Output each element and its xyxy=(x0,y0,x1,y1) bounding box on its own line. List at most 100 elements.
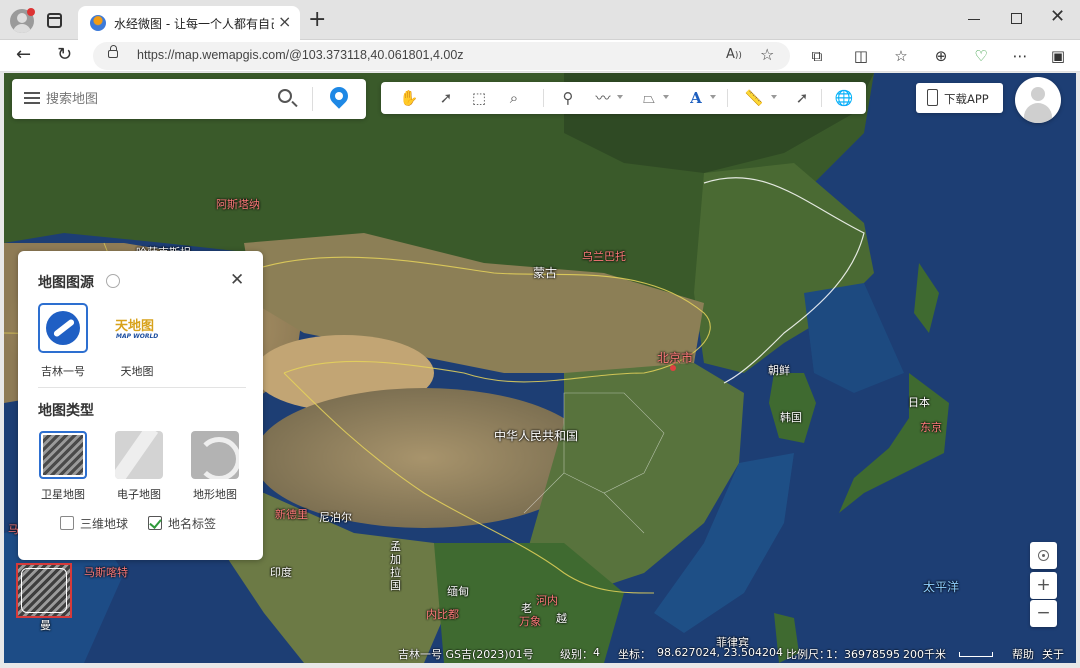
more-menu-icon[interactable]: ⋯ xyxy=(1011,47,1029,65)
map-label-new-delhi: 新德里 xyxy=(275,508,308,521)
scale-label: 比例尺： xyxy=(786,648,830,661)
lock-icon[interactable] xyxy=(108,45,118,58)
identify-pointer-icon[interactable]: ➚ xyxy=(792,88,812,108)
place-labels-checkbox[interactable] xyxy=(148,516,162,530)
map-search-box xyxy=(12,79,366,119)
tab-close-icon[interactable]: × xyxy=(278,13,291,31)
location-pin-icon[interactable] xyxy=(326,83,352,109)
favorites-icon[interactable]: ☆ xyxy=(892,47,910,65)
close-icon[interactable]: ✕ xyxy=(230,270,244,290)
address-url[interactable]: https://map.wemapgis.com/@103.373118,40.… xyxy=(137,48,464,62)
zoom-area-icon[interactable]: ⌕ xyxy=(504,88,524,108)
map-label-pacific: 太平洋 xyxy=(923,580,960,594)
tianditu-logo-sub: MAP WORLD xyxy=(116,333,159,340)
back-arrow-icon[interactable]: ← xyxy=(16,44,31,66)
map-label-vietnam: 越 xyxy=(556,612,567,625)
type-label-satellite: 卫星地图 xyxy=(41,488,85,501)
map-label-beijing: 北京市 xyxy=(657,351,694,365)
my-location-button[interactable] xyxy=(1030,542,1057,569)
marker-icon[interactable]: ⚲ xyxy=(558,88,578,108)
type-title: 地图类型 xyxy=(38,403,94,419)
map-label-ulaanbaatar: 乌兰巴托 xyxy=(582,250,626,263)
scale-distance: 200千米 xyxy=(903,648,946,661)
map-label-north-korea: 朝鲜 xyxy=(768,364,790,377)
globe-icon xyxy=(106,274,120,288)
3d-globe-checkbox[interactable] xyxy=(60,516,74,530)
search-icon[interactable] xyxy=(278,89,292,103)
type-option-electronic[interactable]: 电子地图 xyxy=(114,431,164,501)
level-value: 4 xyxy=(593,646,600,659)
collections-icon[interactable]: ⊕ xyxy=(932,47,950,65)
source-option-tianditu[interactable]: 天地图 MAP WORLD 天地图 xyxy=(111,303,163,378)
3d-globe-label: 三维地球 xyxy=(80,517,129,531)
zoom-out-button[interactable]: − xyxy=(1030,600,1057,627)
text-caret-icon[interactable] xyxy=(710,95,716,99)
map-label-china: 中华人民共和国 xyxy=(494,429,579,443)
favorite-star-icon[interactable]: ☆ xyxy=(760,45,774,64)
window-close-icon[interactable]: ✕ xyxy=(1050,6,1065,27)
source-option-jilin[interactable]: 吉林一号 xyxy=(37,303,89,378)
search-input[interactable] xyxy=(46,89,276,109)
terrain-thumb-icon xyxy=(191,431,239,479)
map-label-hanoi: 河内 xyxy=(536,594,558,607)
new-tab-icon[interactable]: + xyxy=(308,9,326,31)
map-label-bangladesh: 孟加拉国 xyxy=(390,540,401,592)
type-label-terrain: 地形地图 xyxy=(193,488,237,501)
coord-value: 98.627024, 23.504204 xyxy=(657,646,783,659)
layer-switcher-button[interactable] xyxy=(16,563,72,618)
jilin-logo-icon xyxy=(38,303,88,353)
scale-bar xyxy=(959,652,993,657)
menu-hamburger-icon[interactable] xyxy=(24,92,40,104)
source-title: 地图图源 xyxy=(38,275,94,291)
notification-dot xyxy=(27,8,35,16)
search-divider xyxy=(312,87,313,111)
map-label-myanmar: 缅甸 xyxy=(447,585,469,598)
place-labels-label: 地名标签 xyxy=(168,517,217,531)
map-label-nepal: 尼泊尔 xyxy=(319,511,352,524)
reload-icon[interactable]: ↻ xyxy=(57,44,72,66)
address-bar[interactable]: https://map.wemapgis.com/@103.373118,40.… xyxy=(93,42,790,70)
map-source-panel: 地图图源 ✕ 吉林一号 天地图 MAP WORLD 天地图 地图类型 卫星地图 … xyxy=(18,251,263,560)
electronic-thumb-icon xyxy=(115,431,163,479)
split-screen-icon[interactable]: ◫ xyxy=(852,47,870,65)
window-minimize-icon[interactable] xyxy=(968,19,980,20)
extensions-icon[interactable]: ⧉ xyxy=(808,47,826,65)
tools-divider xyxy=(727,89,728,107)
about-link[interactable]: 关于 xyxy=(1042,646,1064,662)
pan-hand-icon[interactable]: ✋ xyxy=(399,88,419,108)
select-pointer-icon[interactable]: ➚ xyxy=(436,88,456,108)
browser-essentials-icon[interactable]: ♡ xyxy=(972,47,990,65)
map-label-india: 印度 xyxy=(270,566,292,579)
browser-tab-active[interactable]: 水经微图 - 让每一个人都有自己的 × xyxy=(78,6,300,40)
help-link[interactable]: 帮助 xyxy=(1012,646,1034,662)
text-label-icon[interactable]: A xyxy=(686,88,706,108)
scale-value: 1：36978595 xyxy=(826,648,900,661)
tab-actions-icon[interactable] xyxy=(47,13,62,28)
source-label-jilin: 吉林一号 xyxy=(41,365,85,378)
window-maximize-icon[interactable] xyxy=(1011,13,1022,24)
source-label-tianditu: 天地图 xyxy=(120,365,154,378)
type-label-electronic: 电子地图 xyxy=(117,488,161,501)
phone-icon xyxy=(927,89,938,106)
map-label-south-korea: 韩国 xyxy=(780,411,802,424)
map-label-japan: 日本 xyxy=(908,396,930,409)
type-option-terrain[interactable]: 地形地图 xyxy=(190,431,240,501)
polyline-caret-icon[interactable] xyxy=(617,95,623,99)
box-select-icon[interactable]: ⬚ xyxy=(469,88,489,108)
tab-title: 水经微图 - 让每一个人都有自己的 xyxy=(114,17,274,31)
copilot-icon[interactable]: ▣ xyxy=(1049,47,1067,65)
download-app-button[interactable]: 下载APP xyxy=(916,83,1003,113)
download-app-label: 下载APP xyxy=(944,92,989,106)
read-aloud-icon[interactable]: A)) xyxy=(726,47,742,62)
polygon-icon[interactable]: ⏢ xyxy=(639,88,659,108)
polyline-icon[interactable]: 〰 xyxy=(593,88,613,108)
panel-divider xyxy=(38,387,246,388)
globe-icon[interactable]: 🌐 xyxy=(834,88,854,108)
measure-ruler-icon[interactable]: 📏 xyxy=(741,88,767,108)
zoom-in-button[interactable]: + xyxy=(1030,572,1057,599)
measure-caret-icon[interactable] xyxy=(771,95,777,99)
level-label: 级别： xyxy=(560,648,593,661)
polygon-caret-icon[interactable] xyxy=(663,95,669,99)
type-option-satellite[interactable]: 卫星地图 xyxy=(38,431,88,501)
user-avatar[interactable] xyxy=(1015,77,1061,123)
